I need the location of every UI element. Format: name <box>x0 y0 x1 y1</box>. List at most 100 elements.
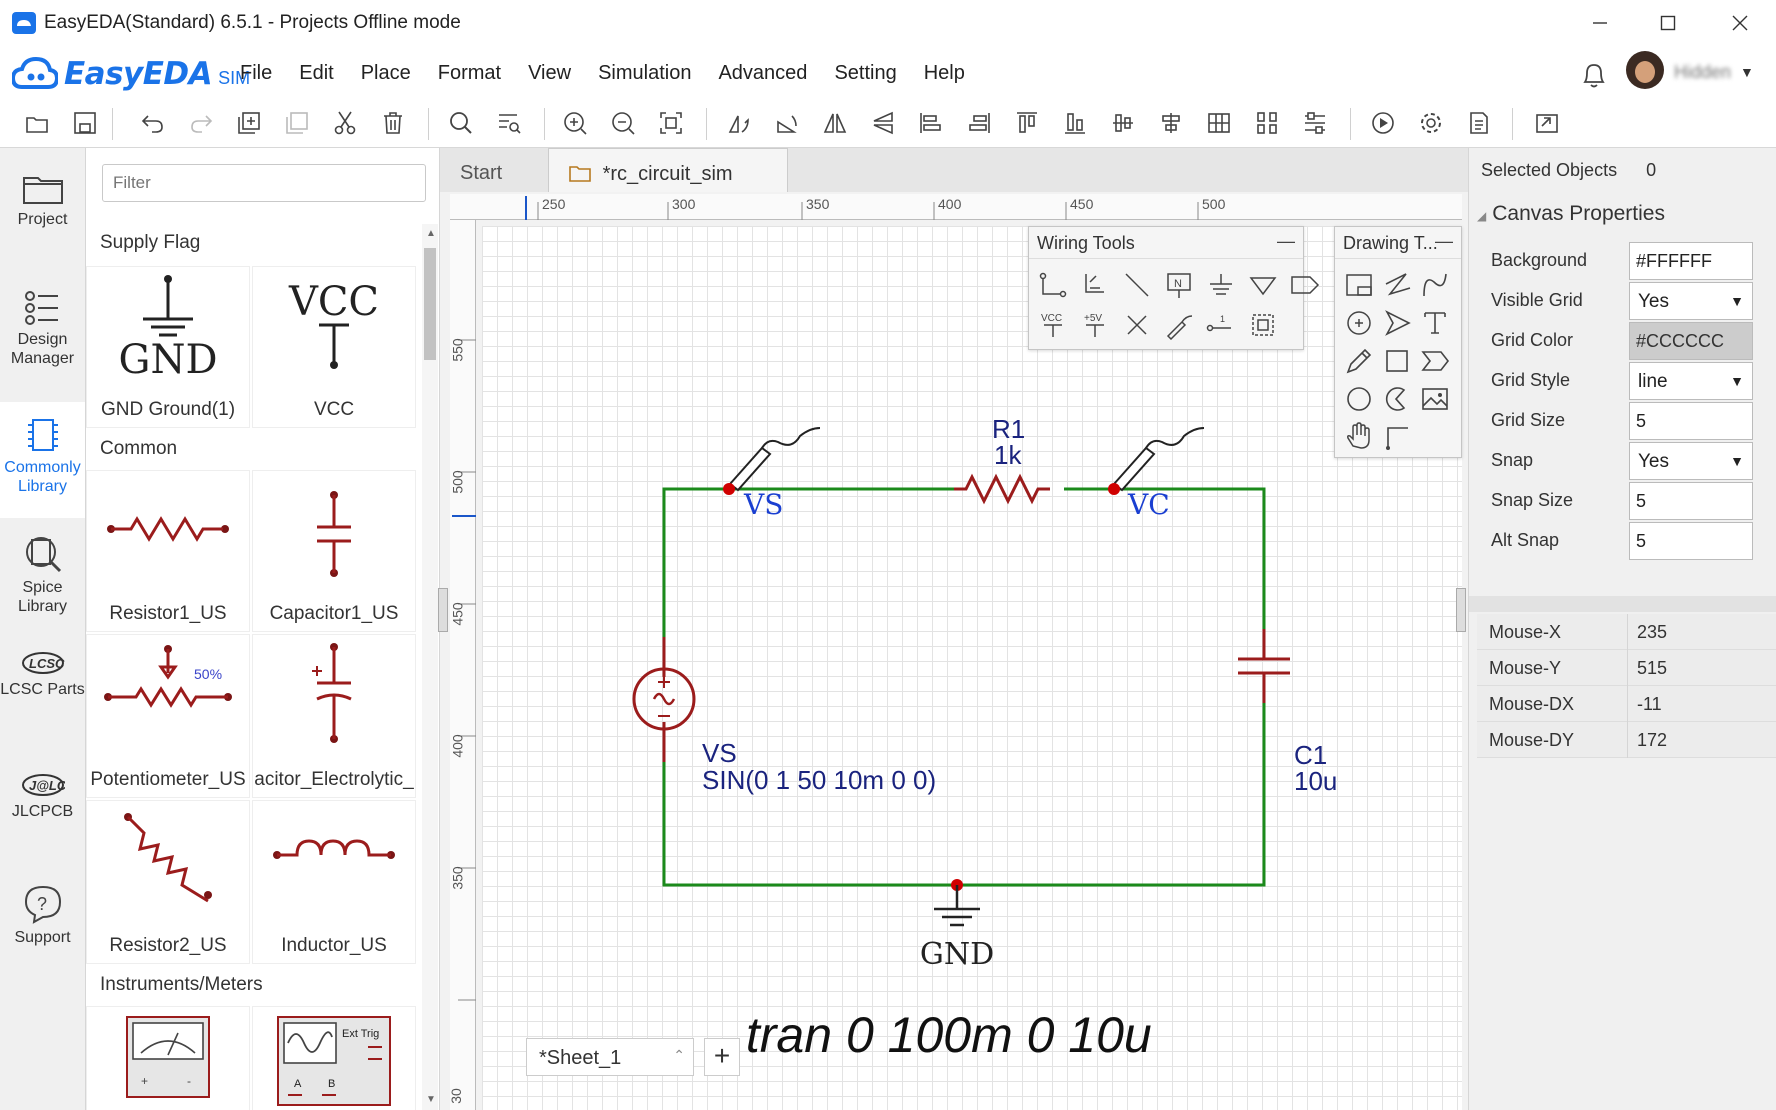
flip-horizontal-icon[interactable] <box>816 104 854 142</box>
maximize-button[interactable] <box>1646 8 1690 38</box>
library-item-voltmeter[interactable]: + - <box>86 1006 250 1110</box>
visible-grid-select[interactable]: Yes ▼ <box>1629 282 1753 320</box>
scroll-up-icon[interactable]: ▲ <box>426 228 436 239</box>
menu-view[interactable]: View <box>528 62 571 85</box>
library-filter-input[interactable] <box>102 164 426 202</box>
align-right-icon[interactable] <box>960 104 998 142</box>
cut-icon[interactable] <box>326 104 364 142</box>
library-item-vcc[interactable]: VCC VCC <box>252 266 416 428</box>
add-sheet-button[interactable]: + <box>704 1038 740 1076</box>
background-color-input[interactable]: #FFFFFF <box>1629 242 1753 280</box>
wire-tool-icon[interactable] <box>1035 267 1071 303</box>
library-item-gnd[interactable]: GND GND Ground(1) <box>86 266 250 428</box>
run-simulation-icon[interactable] <box>1364 104 1402 142</box>
rotate-left-icon[interactable] <box>720 104 758 142</box>
redo-icon[interactable] <box>182 104 220 142</box>
text-tool-icon[interactable] <box>1417 305 1453 341</box>
group-tool-icon[interactable] <box>1245 307 1281 343</box>
line-tool-icon[interactable] <box>1119 267 1155 303</box>
right-panel-collapse-handle[interactable] <box>1456 588 1466 632</box>
notification-bell-icon[interactable] <box>1580 60 1608 90</box>
nav-project[interactable]: Project <box>0 170 85 229</box>
pie-tool-icon[interactable] <box>1379 381 1415 417</box>
menu-advanced[interactable]: Advanced <box>718 62 807 85</box>
bezier-tool-icon[interactable] <box>1417 267 1453 303</box>
snap-size-input[interactable]: 5 <box>1629 482 1753 520</box>
nav-design-manager[interactable]: Design Manager <box>0 290 85 368</box>
nav-jlcpcb[interactable]: J@LC JLCPCB <box>0 772 85 821</box>
voltage-probe-vs[interactable]: VS <box>728 427 821 521</box>
menu-setting[interactable]: Setting <box>834 62 896 85</box>
tab-start[interactable]: Start <box>440 148 546 192</box>
user-avatar[interactable] <box>1626 51 1664 89</box>
freehand-tool-icon[interactable] <box>1341 343 1377 379</box>
menu-simulation[interactable]: Simulation <box>598 62 691 85</box>
sheet-chevron-up-icon[interactable]: ⌃ <box>673 1047 685 1064</box>
ground-symbol[interactable]: GND <box>920 885 994 972</box>
wiring-tools-minimize-button[interactable]: — <box>1277 231 1295 252</box>
bus-tool-icon[interactable] <box>1077 267 1113 303</box>
resistor-r1[interactable]: R1 1k <box>954 414 1050 505</box>
align-top-icon[interactable] <box>1008 104 1046 142</box>
menu-edit[interactable]: Edit <box>299 62 333 85</box>
undo-icon[interactable] <box>134 104 172 142</box>
dimension-tool-icon[interactable] <box>1379 419 1415 455</box>
net-port-tool-icon[interactable] <box>1245 267 1281 303</box>
alt-snap-input[interactable]: 5 <box>1629 522 1753 560</box>
menu-file[interactable]: File <box>240 62 272 85</box>
frame-tool-icon[interactable] <box>1341 267 1377 303</box>
minimize-button[interactable] <box>1578 8 1622 38</box>
distribute-v-icon[interactable] <box>1248 104 1286 142</box>
schematic-canvas[interactable]: R1 1k C1 10u VS SIN(0 1 50 10m 0 0) VS V… <box>482 226 1462 1110</box>
distribute-h-icon[interactable] <box>1200 104 1238 142</box>
left-panel-collapse-handle[interactable] <box>438 588 448 632</box>
canvas-properties-header[interactable]: ◢ Canvas Properties <box>1477 202 1665 226</box>
align-center-v-icon[interactable] <box>1104 104 1142 142</box>
plus5v-tool-icon[interactable]: +5V <box>1077 307 1113 343</box>
nav-spice-library[interactable]: Spice Library <box>0 520 85 636</box>
drawing-tools-minimize-button[interactable]: — <box>1435 231 1453 252</box>
voltage-probe-vc[interactable]: VC <box>1112 427 1205 521</box>
export-icon[interactable] <box>1528 104 1566 142</box>
scroll-down-icon[interactable]: ▼ <box>426 1094 436 1105</box>
align-grid-icon[interactable] <box>1296 104 1334 142</box>
nav-lcsc-parts[interactable]: LCSC LCSC Parts <box>0 650 85 699</box>
delete-icon[interactable] <box>374 104 412 142</box>
grid-style-select[interactable]: line ▼ <box>1629 362 1753 400</box>
circle-plus-tool-icon[interactable] <box>1341 305 1377 341</box>
menu-format[interactable]: Format <box>438 62 501 85</box>
net-flag-tool-icon[interactable] <box>1287 267 1323 303</box>
align-bottom-icon[interactable] <box>1056 104 1094 142</box>
tab-rc-circuit-sim[interactable]: *rc_circuit_sim <box>548 148 788 192</box>
nav-support[interactable]: ? Support <box>0 884 85 947</box>
polygon-tool-icon[interactable] <box>1417 343 1453 379</box>
find-list-icon[interactable] <box>490 104 528 142</box>
copy-icon[interactable] <box>230 104 268 142</box>
paste-icon[interactable] <box>278 104 316 142</box>
net-label-tool-icon[interactable]: N <box>1161 267 1197 303</box>
arrowhead-tool-icon[interactable] <box>1379 305 1415 341</box>
user-menu-caret-icon[interactable]: ▼ <box>1740 64 1754 80</box>
vcc-tool-icon[interactable]: VCC <box>1035 307 1071 343</box>
pan-hand-tool-icon[interactable] <box>1341 419 1377 455</box>
library-item-resistor2-us[interactable]: Resistor2_US <box>86 800 250 964</box>
snap-select[interactable]: Yes ▼ <box>1629 442 1753 480</box>
library-scrollbar-thumb[interactable] <box>424 248 436 360</box>
grid-size-input[interactable]: 5 <box>1629 402 1753 440</box>
align-center-h-icon[interactable] <box>1152 104 1190 142</box>
probe-tool-icon[interactable] <box>1161 307 1197 343</box>
search-icon[interactable] <box>442 104 480 142</box>
grid-color-input[interactable]: #CCCCCC <box>1629 322 1753 360</box>
library-item-capacitor-electrolytic[interactable]: acitor_Electrolytic_ <box>252 634 416 798</box>
pin-tool-icon[interactable]: 1 <box>1203 307 1239 343</box>
close-button[interactable] <box>1718 8 1762 38</box>
voltage-source-vs[interactable]: VS SIN(0 1 50 10m 0 0) <box>632 637 936 795</box>
polyline-tool-icon[interactable] <box>1379 267 1415 303</box>
nav-commonly-library[interactable]: Commonly Library <box>0 402 85 518</box>
rectangle-tool-icon[interactable] <box>1379 343 1415 379</box>
library-item-capacitor1-us[interactable]: Capacitor1_US <box>252 470 416 632</box>
flip-vertical-icon[interactable] <box>864 104 902 142</box>
sheet-tab[interactable]: *Sheet_1 ⌃ <box>526 1038 694 1076</box>
rotate-right-icon[interactable] <box>768 104 806 142</box>
document-icon[interactable] <box>1460 104 1498 142</box>
